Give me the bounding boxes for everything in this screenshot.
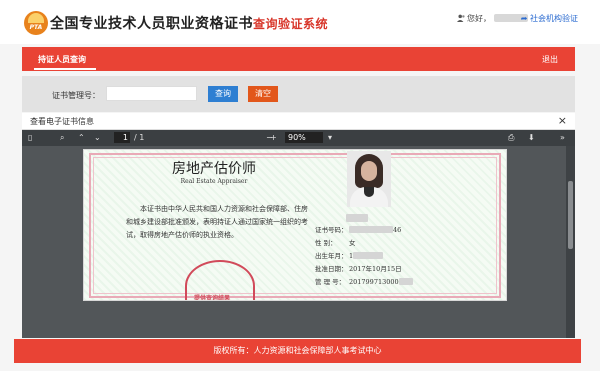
field-label: 出生年月：	[315, 252, 348, 260]
certificate-modal: 查看电子证书信息 × ▯ ⌕ ⌃ ⌄ 1 / 1 − + 90% ▾ ⎙ ⬇ »…	[22, 113, 575, 338]
search-panel: 证书管理号： 查询 清空	[22, 76, 575, 112]
scrollbar-thumb[interactable]	[568, 181, 573, 249]
seal-caption: 提供查询结果	[194, 295, 231, 301]
site-title: 全国专业技术人员职业资格证书查询验证系统	[50, 13, 328, 33]
holder-photo	[347, 151, 391, 207]
pdf-toolbar: ▯ ⌕ ⌃ ⌄ 1 / 1 − + 90% ▾ ⎙ ⬇ »	[22, 130, 575, 146]
cert-number-input[interactable]	[106, 86, 197, 101]
logout-link[interactable]: 退出	[542, 54, 558, 65]
pdf-background	[22, 302, 566, 338]
main-navbar: 持证人员查询 退出	[22, 47, 575, 71]
close-icon[interactable]: ×	[558, 114, 567, 127]
greeting-text: 您好，	[467, 14, 491, 23]
site-header: PTA 全国专业技术人员职业资格证书查询验证系统 您好， ➦ 社会机构验证	[0, 0, 600, 44]
more-tools-icon[interactable]: »	[560, 132, 565, 144]
value-redacted	[398, 278, 413, 285]
field-cert-number: 证书号码： 46	[315, 224, 401, 234]
download-icon[interactable]: ⬇	[528, 132, 535, 144]
site-title-main: 全国专业技术人员职业资格证书	[50, 16, 253, 32]
field-label: 证书号码：	[315, 226, 348, 234]
next-page-icon[interactable]: ⌄	[94, 132, 101, 144]
user-icon	[457, 14, 465, 22]
org-verify-link[interactable]: ➦ 社会机构验证	[521, 13, 578, 24]
modal-header: 查看电子证书信息 ×	[22, 113, 575, 130]
photo-face	[361, 161, 377, 181]
page-number-input[interactable]: 1	[114, 132, 130, 143]
search-icon[interactable]: ⌕	[60, 132, 64, 144]
field-gender: 性 别： 女	[315, 237, 356, 247]
cert-number-label: 证书管理号：	[52, 91, 100, 100]
certificate-body-text: 本证书由中华人民共和国人力资源和社会保障部、住房和城乡建设部批准颁发，表明持证人…	[126, 205, 308, 239]
print-icon[interactable]: ⎙	[508, 132, 514, 144]
pdf-viewport[interactable]: 房地产估价师 Real Estate Appraiser 本证书由中华人民共和国…	[22, 146, 575, 338]
user-greeting: 您好，	[457, 13, 528, 24]
pdf-scrollbar[interactable]	[566, 146, 575, 338]
field-approval-date: 批准日期： 2017年10月15日	[315, 263, 402, 273]
certificate-page: 房地产估价师 Real Estate Appraiser 本证书由中华人民共和国…	[83, 149, 507, 301]
field-value: 女	[349, 239, 356, 247]
field-value: 46	[393, 226, 402, 234]
tab-certificate-holder-query[interactable]: 持证人员查询	[38, 54, 86, 65]
clear-button[interactable]: 清空	[248, 86, 278, 102]
name-redacted	[346, 214, 368, 222]
pta-logo: PTA	[24, 11, 48, 35]
field-label: 批准日期：	[315, 265, 348, 273]
photo-collar	[364, 187, 374, 197]
field-birth: 出生年月： 1	[315, 250, 384, 260]
field-label: 性 别：	[315, 239, 337, 247]
modal-title: 查看电子证书信息	[30, 117, 94, 126]
field-value: 2017年10月15日	[349, 265, 402, 273]
site-footer: 版权所有：人力资源和社会保障部人事考试中心	[14, 339, 581, 363]
certificate-subtitle: Real Estate Appraiser	[180, 178, 248, 185]
field-management-number: 管 理 号： 201799713000	[315, 276, 413, 286]
page-total: / 1	[134, 133, 145, 142]
field-label: 管 理 号：	[315, 278, 346, 286]
field-value: 201799713000	[349, 278, 399, 286]
site-title-sub: 查询验证系统	[253, 17, 329, 31]
previous-page-icon[interactable]: ⌃	[78, 132, 85, 144]
share-icon: ➦	[520, 14, 528, 23]
value-redacted	[353, 252, 384, 259]
query-button[interactable]: 查询	[208, 86, 238, 102]
logo-text: PTA	[29, 24, 43, 31]
zoom-select[interactable]: 90%	[285, 132, 323, 143]
certificate-title: 房地产估价师	[172, 161, 256, 177]
sidebar-toggle-icon[interactable]: ▯	[28, 132, 32, 144]
value-redacted	[349, 226, 393, 233]
active-tab-indicator	[34, 68, 96, 70]
org-link-label: 社会机构验证	[530, 14, 578, 23]
zoom-in-icon[interactable]: +	[270, 132, 277, 144]
dropdown-arrow-icon[interactable]: ▾	[328, 132, 332, 144]
